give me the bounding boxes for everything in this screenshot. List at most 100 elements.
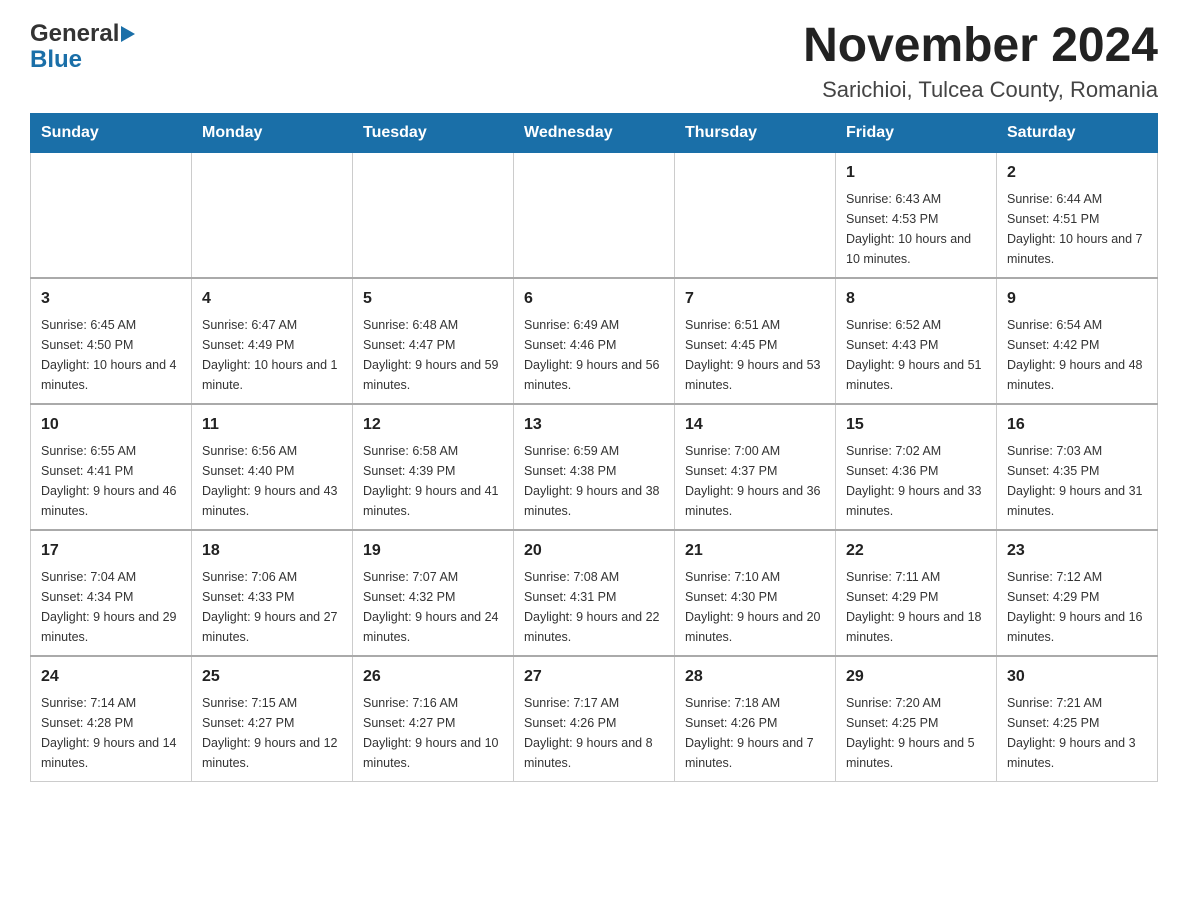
- day-info: Sunrise: 7:02 AMSunset: 4:36 PMDaylight:…: [846, 441, 986, 521]
- day-header-saturday: Saturday: [997, 113, 1158, 152]
- calendar-cell: 21 Sunrise: 7:10 AMSunset: 4:30 PMDayligh…: [675, 530, 836, 656]
- calendar-week-row: 1 Sunrise: 6:43 AMSunset: 4:53 PMDaylight…: [31, 152, 1158, 278]
- calendar-cell: 18 Sunrise: 7:06 AMSunset: 4:33 PMDayligh…: [192, 530, 353, 656]
- day-header-friday: Friday: [836, 113, 997, 152]
- day-info: Sunrise: 7:07 AMSunset: 4:32 PMDaylight:…: [363, 567, 503, 647]
- day-info: Sunrise: 7:20 AMSunset: 4:25 PMDaylight:…: [846, 693, 986, 773]
- calendar-cell: [31, 152, 192, 278]
- calendar-cell: 6 Sunrise: 6:49 AMSunset: 4:46 PMDaylight…: [514, 278, 675, 404]
- day-info: Sunrise: 7:12 AMSunset: 4:29 PMDaylight:…: [1007, 567, 1147, 647]
- day-number: 29: [846, 665, 986, 689]
- title-block: November 2024 Sarichioi, Tulcea County, …: [803, 20, 1158, 103]
- day-info: Sunrise: 7:16 AMSunset: 4:27 PMDaylight:…: [363, 693, 503, 773]
- day-info: Sunrise: 6:51 AMSunset: 4:45 PMDaylight:…: [685, 315, 825, 395]
- calendar-cell: 20 Sunrise: 7:08 AMSunset: 4:31 PMDayligh…: [514, 530, 675, 656]
- logo: General Blue: [30, 20, 135, 74]
- day-info: Sunrise: 7:15 AMSunset: 4:27 PMDaylight:…: [202, 693, 342, 773]
- calendar-cell: 17 Sunrise: 7:04 AMSunset: 4:34 PMDayligh…: [31, 530, 192, 656]
- calendar-cell: 9 Sunrise: 6:54 AMSunset: 4:42 PMDaylight…: [997, 278, 1158, 404]
- calendar-cell: 22 Sunrise: 7:11 AMSunset: 4:29 PMDayligh…: [836, 530, 997, 656]
- calendar-cell: 16 Sunrise: 7:03 AMSunset: 4:35 PMDayligh…: [997, 404, 1158, 530]
- day-info: Sunrise: 7:08 AMSunset: 4:31 PMDaylight:…: [524, 567, 664, 647]
- calendar-cell: [353, 152, 514, 278]
- calendar-cell: [514, 152, 675, 278]
- day-info: Sunrise: 7:21 AMSunset: 4:25 PMDaylight:…: [1007, 693, 1147, 773]
- day-number: 6: [524, 287, 664, 311]
- day-header-tuesday: Tuesday: [353, 113, 514, 152]
- day-info: Sunrise: 6:43 AMSunset: 4:53 PMDaylight:…: [846, 189, 986, 269]
- day-number: 23: [1007, 539, 1147, 563]
- day-number: 1: [846, 161, 986, 185]
- calendar-cell: 5Sunrise: 6:48 AMSunset: 4:47 PMDaylight…: [353, 278, 514, 404]
- calendar-table: SundayMondayTuesdayWednesdayThursdayFrid…: [30, 113, 1158, 782]
- calendar-cell: 7 Sunrise: 6:51 AMSunset: 4:45 PMDaylight…: [675, 278, 836, 404]
- calendar-cell: 1 Sunrise: 6:43 AMSunset: 4:53 PMDaylight…: [836, 152, 997, 278]
- calendar-cell: [192, 152, 353, 278]
- calendar-cell: 26 Sunrise: 7:16 AMSunset: 4:27 PMDayligh…: [353, 656, 514, 782]
- logo-arrow-icon: [121, 26, 135, 42]
- calendar-cell: 3Sunrise: 6:45 AMSunset: 4:50 PMDaylight…: [31, 278, 192, 404]
- day-header-monday: Monday: [192, 113, 353, 152]
- day-number: 14: [685, 413, 825, 437]
- calendar-cell: 28Sunrise: 7:18 AMSunset: 4:26 PMDayligh…: [675, 656, 836, 782]
- calendar-week-row: 24Sunrise: 7:14 AMSunset: 4:28 PMDayligh…: [31, 656, 1158, 782]
- calendar-cell: [675, 152, 836, 278]
- day-number: 22: [846, 539, 986, 563]
- day-info: Sunrise: 7:06 AMSunset: 4:33 PMDaylight:…: [202, 567, 342, 647]
- day-number: 16: [1007, 413, 1147, 437]
- day-info: Sunrise: 6:54 AMSunset: 4:42 PMDaylight:…: [1007, 315, 1147, 395]
- day-number: 15: [846, 413, 986, 437]
- day-number: 12: [363, 413, 503, 437]
- day-info: Sunrise: 6:52 AMSunset: 4:43 PMDaylight:…: [846, 315, 986, 395]
- calendar-cell: 11 Sunrise: 6:56 AMSunset: 4:40 PMDayligh…: [192, 404, 353, 530]
- subtitle: Sarichioi, Tulcea County, Romania: [803, 77, 1158, 103]
- day-number: 20: [524, 539, 664, 563]
- day-number: 3: [41, 287, 181, 311]
- day-number: 27: [524, 665, 664, 689]
- day-number: 19: [363, 539, 503, 563]
- calendar-cell: 25 Sunrise: 7:15 AMSunset: 4:27 PMDayligh…: [192, 656, 353, 782]
- calendar-cell: 12 Sunrise: 6:58 AMSunset: 4:39 PMDayligh…: [353, 404, 514, 530]
- day-info: Sunrise: 6:56 AMSunset: 4:40 PMDaylight:…: [202, 441, 342, 521]
- calendar-cell: 14 Sunrise: 7:00 AMSunset: 4:37 PMDayligh…: [675, 404, 836, 530]
- day-header-sunday: Sunday: [31, 113, 192, 152]
- calendar-cell: 19 Sunrise: 7:07 AMSunset: 4:32 PMDayligh…: [353, 530, 514, 656]
- day-info: Sunrise: 6:58 AMSunset: 4:39 PMDaylight:…: [363, 441, 503, 521]
- day-number: 21: [685, 539, 825, 563]
- day-info: Sunrise: 7:10 AMSunset: 4:30 PMDaylight:…: [685, 567, 825, 647]
- calendar-cell: 10Sunrise: 6:55 AMSunset: 4:41 PMDayligh…: [31, 404, 192, 530]
- day-number: 17: [41, 539, 181, 563]
- calendar-cell: 27 Sunrise: 7:17 AMSunset: 4:26 PMDayligh…: [514, 656, 675, 782]
- calendar-cell: 13Sunrise: 6:59 AMSunset: 4:38 PMDayligh…: [514, 404, 675, 530]
- day-info: Sunrise: 6:59 AMSunset: 4:38 PMDaylight:…: [524, 441, 664, 521]
- day-number: 24: [41, 665, 181, 689]
- day-number: 8: [846, 287, 986, 311]
- calendar-header-row: SundayMondayTuesdayWednesdayThursdayFrid…: [31, 113, 1158, 152]
- day-number: 4: [202, 287, 342, 311]
- calendar-week-row: 3Sunrise: 6:45 AMSunset: 4:50 PMDaylight…: [31, 278, 1158, 404]
- main-title: November 2024: [803, 20, 1158, 73]
- day-info: Sunrise: 7:18 AMSunset: 4:26 PMDaylight:…: [685, 693, 825, 773]
- calendar-week-row: 17 Sunrise: 7:04 AMSunset: 4:34 PMDayligh…: [31, 530, 1158, 656]
- day-number: 25: [202, 665, 342, 689]
- day-info: Sunrise: 6:49 AMSunset: 4:46 PMDaylight:…: [524, 315, 664, 395]
- day-number: 30: [1007, 665, 1147, 689]
- day-header-wednesday: Wednesday: [514, 113, 675, 152]
- day-number: 7: [685, 287, 825, 311]
- day-number: 10: [41, 413, 181, 437]
- day-number: 18: [202, 539, 342, 563]
- day-info: Sunrise: 7:04 AMSunset: 4:34 PMDaylight:…: [41, 567, 181, 647]
- day-number: 26: [363, 665, 503, 689]
- day-info: Sunrise: 7:03 AMSunset: 4:35 PMDaylight:…: [1007, 441, 1147, 521]
- day-info: Sunrise: 7:17 AMSunset: 4:26 PMDaylight:…: [524, 693, 664, 773]
- day-number: 9: [1007, 287, 1147, 311]
- day-number: 11: [202, 413, 342, 437]
- day-info: Sunrise: 6:47 AMSunset: 4:49 PMDaylight:…: [202, 315, 342, 395]
- calendar-cell: 23 Sunrise: 7:12 AMSunset: 4:29 PMDayligh…: [997, 530, 1158, 656]
- calendar-cell: 4 Sunrise: 6:47 AMSunset: 4:49 PMDaylight…: [192, 278, 353, 404]
- calendar-cell: 8 Sunrise: 6:52 AMSunset: 4:43 PMDaylight…: [836, 278, 997, 404]
- calendar-week-row: 10Sunrise: 6:55 AMSunset: 4:41 PMDayligh…: [31, 404, 1158, 530]
- day-info: Sunrise: 7:00 AMSunset: 4:37 PMDaylight:…: [685, 441, 825, 521]
- day-info: Sunrise: 7:11 AMSunset: 4:29 PMDaylight:…: [846, 567, 986, 647]
- logo-blue-text: Blue: [30, 46, 82, 74]
